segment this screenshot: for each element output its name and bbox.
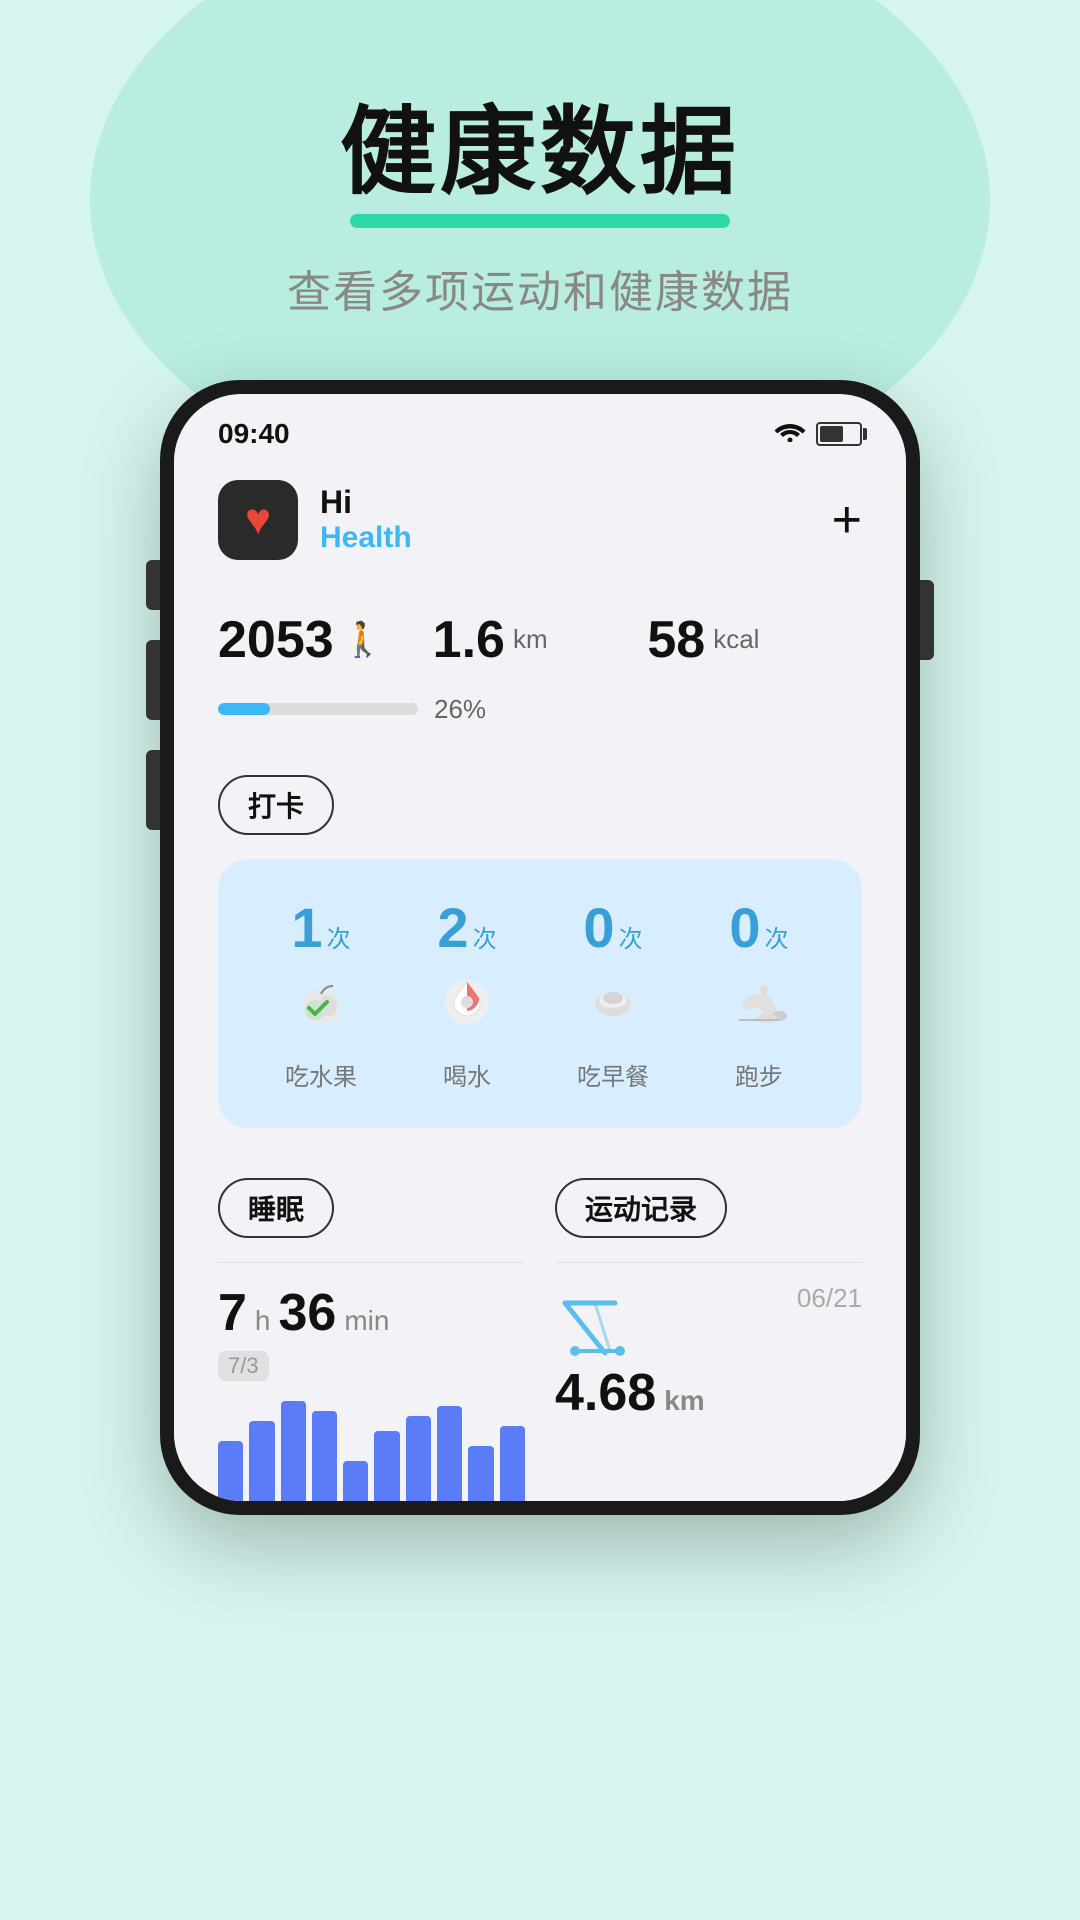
sleep-bar [249, 1421, 274, 1501]
checkin-fruit-icon [295, 976, 347, 1041]
page-content: 健康数据 查看多项运动和健康数据 09:40 [0, 0, 1080, 1515]
side-button-power [920, 580, 934, 660]
progress-text: 26% [434, 694, 486, 725]
app-greeting: Hi [320, 484, 412, 521]
status-time: 09:40 [218, 418, 290, 450]
sleep-hours: 7 [218, 1283, 247, 1343]
status-bar: 09:40 [174, 394, 906, 460]
header-section: 健康数据 查看多项运动和健康数据 [287, 100, 793, 320]
app-icon: ♥ [218, 480, 298, 560]
stats-row: 2053 🚶 1.6 km 58 [218, 610, 862, 670]
checkin-fruit-count: 1次 [291, 895, 350, 960]
checkin-water[interactable]: 2次 喝水 [394, 895, 540, 1092]
status-icons [774, 418, 862, 449]
battery-icon [816, 422, 862, 446]
sleep-bar [218, 1441, 243, 1501]
progress-bar-container [218, 703, 418, 715]
sleep-bar [312, 1411, 337, 1501]
phone-screen: 09:40 [174, 394, 906, 1501]
bottom-sections: 睡眠 7 h 36 min 7/3 [218, 1178, 862, 1501]
wifi-icon [774, 418, 806, 449]
sleep-bar [374, 1431, 399, 1501]
sleep-bar [343, 1461, 368, 1501]
checkin-fruit[interactable]: 1次 吃水果 [248, 895, 394, 1092]
phone-wrapper: 09:40 [160, 380, 920, 1515]
heart-icon: ♥ [245, 495, 271, 545]
sleep-card: 睡眠 7 h 36 min 7/3 [218, 1178, 525, 1501]
checkin-water-label: 喝水 [443, 1057, 491, 1092]
checkin-water-icon [441, 976, 493, 1041]
checkin-water-count: 2次 [437, 895, 496, 960]
progress-bar-fill [218, 703, 270, 715]
steps-value: 2053 🚶 [218, 610, 433, 670]
sleep-divider [218, 1262, 525, 1263]
sleep-h-label: h [255, 1305, 271, 1337]
sleep-data: 7 h 36 min [218, 1283, 525, 1343]
sleep-bar [500, 1426, 525, 1501]
checkin-card: 1次 吃水果 [218, 859, 862, 1128]
page-title: 健康数据 [287, 100, 793, 206]
sleep-chart [218, 1401, 525, 1501]
sleep-bar [437, 1406, 462, 1501]
steps-stat: 2053 🚶 [218, 610, 433, 670]
checkin-tag: 打卡 [218, 775, 334, 835]
checkin-run-icon [729, 976, 789, 1041]
checkin-breakfast[interactable]: 0次 吃早餐 [540, 895, 686, 1092]
distance-stat: 1.6 km [433, 610, 648, 670]
sleep-bar [281, 1401, 306, 1501]
sleep-bar [468, 1446, 493, 1501]
side-button-mute [146, 560, 160, 610]
page-subtitle: 查看多项运动和健康数据 [287, 256, 793, 320]
phone-frame: 09:40 [160, 380, 920, 1515]
checkin-breakfast-icon [587, 976, 639, 1041]
app-logo-area: ♥ Hi Health [218, 480, 412, 560]
walk-icon: 🚶 [342, 620, 384, 660]
exercise-distance: 4.68 km [555, 1363, 862, 1423]
treadmill-icon [555, 1283, 655, 1363]
checkin-run-count: 0次 [729, 895, 788, 960]
sleep-tag: 睡眠 [218, 1178, 334, 1238]
add-button[interactable]: + [832, 494, 862, 546]
title-underline [350, 214, 730, 228]
exercise-divider [555, 1262, 862, 1263]
exercise-date: 06/21 [797, 1283, 862, 1314]
app-content: ♥ Hi Health + 2053 [174, 460, 906, 1501]
sleep-min-label: min [344, 1305, 389, 1337]
checkin-run[interactable]: 0次 跑步 [686, 895, 832, 1092]
progress-section: 26% [218, 694, 862, 725]
exercise-tag: 运动记录 [555, 1178, 727, 1238]
app-name-area: Hi Health [320, 484, 412, 555]
sleep-bar [406, 1416, 431, 1501]
battery-fill [820, 426, 843, 442]
calories-value: 58 kcal [647, 610, 862, 670]
exercise-card: 运动记录 [555, 1178, 862, 1501]
app-name: Health [320, 521, 412, 555]
app-header: ♥ Hi Health + [218, 480, 862, 560]
sleep-mins: 36 [279, 1283, 337, 1343]
calories-stat: 58 kcal [647, 610, 862, 670]
checkin-breakfast-label: 吃早餐 [577, 1057, 649, 1092]
checkin-breakfast-count: 0次 [583, 895, 642, 960]
checkin-run-label: 跑步 [735, 1057, 783, 1092]
distance-value: 1.6 km [433, 610, 648, 670]
side-button-vol-up [146, 640, 160, 720]
sleep-goal: 7/3 [218, 1351, 269, 1381]
checkin-fruit-label: 吃水果 [285, 1057, 357, 1092]
side-button-vol-down [146, 750, 160, 830]
